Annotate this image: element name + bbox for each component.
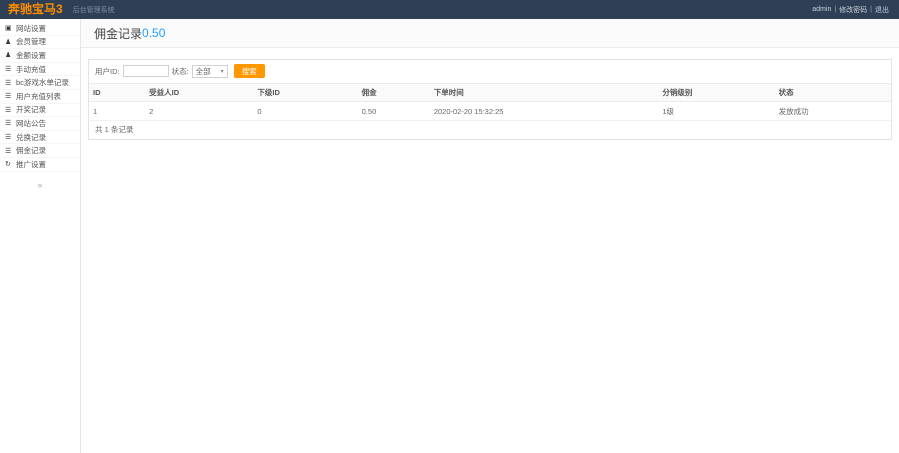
list-icon: ☰	[5, 133, 14, 141]
sidebar-item[interactable]: ▣ 网站设置	[0, 22, 80, 36]
navbar-subtitle: 后台管理系统	[73, 5, 115, 15]
table-cell: 0	[253, 102, 357, 121]
main-content: 佣金记录 0.50 用户ID: 状态: 全部 ▾ 搜索 ID受益人ID下级ID佣…	[81, 19, 899, 453]
sidebar-item-label: bc游戏水单记录	[16, 77, 69, 88]
commission-table: ID受益人ID下级ID佣金下单时间分销级别状态 1200.502020-02-2…	[89, 83, 891, 121]
page-titlebar: 佣金记录 0.50	[81, 19, 899, 48]
table-header-cell: 下单时间	[430, 84, 659, 102]
sidebar-item-label: 推广设置	[16, 159, 46, 170]
chevron-down-icon: ▾	[221, 68, 224, 75]
sidebar-item-label: 手动充值	[16, 64, 46, 75]
list-icon: ☰	[5, 147, 14, 155]
user-id-label: 用户ID:	[95, 66, 120, 77]
sidebar-item[interactable]: ☰ 佣金记录	[0, 144, 80, 158]
sidebar-item-label: 会员管理	[16, 36, 46, 47]
sidebar-item-label: 佣金记录	[16, 145, 46, 156]
sidebar-menu: ▣ 网站设置 ♟ 会员管理 ♟ 金额设置 ☰ 手动充值 ☰ bc游戏水单记录 ☰…	[0, 22, 80, 172]
user-icon: ♟	[5, 38, 14, 46]
brand-logo[interactable]: 奔驰宝马3	[8, 0, 63, 19]
gear-icon: ↻	[5, 160, 14, 168]
record-count: 共 1 条记录	[89, 121, 891, 139]
sidebar: ▣ 网站设置 ♟ 会员管理 ♟ 金额设置 ☰ 手动充值 ☰ bc游戏水单记录 ☰…	[0, 19, 81, 453]
list-icon: ☰	[5, 106, 14, 114]
table-cell: 发放成功	[775, 102, 891, 121]
sidebar-item[interactable]: ☰ 手动充值	[0, 63, 80, 77]
sidebar-item-label: 金额设置	[16, 50, 46, 61]
navbar-separator: |	[834, 6, 836, 13]
table-header-cell: 分销级别	[658, 84, 774, 102]
change-password-link[interactable]: 修改密码	[839, 5, 867, 15]
table-cell: 2	[145, 102, 253, 121]
filter-bar: 用户ID: 状态: 全部 ▾ 搜索	[89, 60, 891, 83]
commission-total: 0.50	[142, 26, 165, 40]
list-icon: ☰	[5, 119, 14, 127]
sidebar-item[interactable]: ☰ 开奖记录	[0, 104, 80, 118]
navbar-separator: |	[870, 6, 872, 13]
table-header-cell: 状态	[775, 84, 891, 102]
monitor-icon: ▣	[5, 24, 14, 32]
top-navbar: 奔驰宝马3 后台管理系统 admin | 修改密码 | 退出	[0, 0, 899, 19]
sidebar-item[interactable]: ♟ 会员管理	[0, 36, 80, 50]
table-cell: 1级	[658, 102, 774, 121]
sidebar-item[interactable]: ↻ 推广设置	[0, 158, 80, 172]
search-button[interactable]: 搜索	[234, 64, 265, 78]
logout-link[interactable]: 退出	[875, 5, 889, 15]
user-id-input[interactable]	[123, 65, 169, 77]
list-icon: ☰	[5, 92, 14, 100]
sidebar-item[interactable]: ☰ 兑换记录	[0, 131, 80, 145]
sidebar-item-label: 网站公告	[16, 118, 46, 129]
list-icon: ☰	[5, 65, 14, 73]
table-header-cell: 下级ID	[253, 84, 357, 102]
table-header-cell: ID	[89, 84, 145, 102]
navbar-user-area: admin | 修改密码 | 退出	[812, 5, 889, 15]
sidebar-item[interactable]: ☰ bc游戏水单记录	[0, 76, 80, 90]
status-select-value: 全部	[196, 66, 211, 77]
sidebar-item-label: 网站设置	[16, 23, 46, 34]
table-cell: 2020-02-20 15:32:25	[430, 102, 659, 121]
table-header-row: ID受益人ID下级ID佣金下单时间分销级别状态	[89, 84, 891, 102]
sidebar-item-label: 开奖记录	[16, 104, 46, 115]
table-cell: 0.50	[358, 102, 430, 121]
sidebar-item-label: 兑换记录	[16, 132, 46, 143]
sidebar-item[interactable]: ☰ 用户充值列表	[0, 90, 80, 104]
list-icon: ☰	[5, 79, 14, 87]
table-body: 1200.502020-02-20 15:32:251级发放成功	[89, 102, 891, 121]
status-label: 状态:	[172, 66, 189, 77]
sidebar-item[interactable]: ☰ 网站公告	[0, 117, 80, 131]
table-row: 1200.502020-02-20 15:32:251级发放成功	[89, 102, 891, 121]
table-cell: 1	[89, 102, 145, 121]
sidebar-item[interactable]: ♟ 金额设置	[0, 49, 80, 63]
records-card: 用户ID: 状态: 全部 ▾ 搜索 ID受益人ID下级ID佣金下单时间分销级别状…	[88, 59, 892, 140]
table-header-cell: 受益人ID	[145, 84, 253, 102]
navbar-username: admin	[812, 6, 831, 13]
page-layout: ▣ 网站设置 ♟ 会员管理 ♟ 金额设置 ☰ 手动充值 ☰ bc游戏水单记录 ☰…	[0, 19, 899, 453]
sidebar-item-label: 用户充值列表	[16, 91, 61, 102]
user-icon: ♟	[5, 51, 14, 59]
status-select[interactable]: 全部 ▾	[192, 65, 228, 78]
table-header-cell: 佣金	[358, 84, 430, 102]
sidebar-collapse-icon[interactable]: «	[0, 180, 80, 190]
page-title: 佣金记录	[94, 25, 142, 42]
